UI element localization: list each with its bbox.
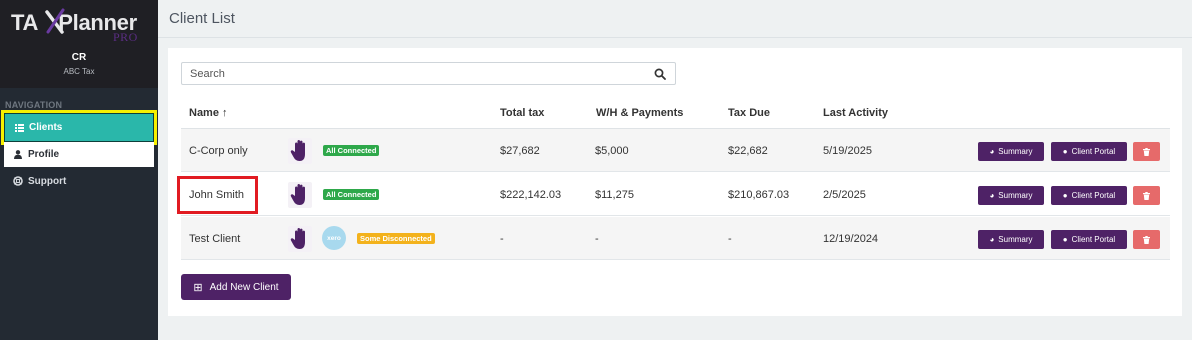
hand-icon [288, 138, 312, 164]
total-tax: $222,142.03 [500, 189, 562, 201]
total-tax: $27,682 [500, 145, 540, 157]
hand-icon [288, 182, 312, 208]
table-row[interactable]: John Smith All Connected $222,142.03 $11… [181, 173, 1170, 216]
sidebar-item-support[interactable]: Support [4, 168, 154, 194]
user-icon: ● [1062, 147, 1068, 156]
trash-icon [1143, 191, 1150, 200]
client-name[interactable]: C-Corp only [189, 145, 248, 157]
delete-button[interactable] [1133, 230, 1160, 249]
trash-icon [1143, 147, 1150, 156]
dashboard-icon: ◕ [989, 147, 995, 156]
client-portal-label: Client Portal [1071, 147, 1116, 156]
summary-button[interactable]: ◕ Summary [978, 230, 1044, 249]
column-header-total-tax: Total tax [500, 107, 545, 119]
status-badge: All Connected [323, 145, 380, 156]
client-portal-button[interactable]: ● Client Portal [1051, 230, 1127, 249]
client-name[interactable]: Test Client [189, 233, 240, 245]
sidebar-item-profile[interactable]: Profile [4, 142, 154, 167]
client-portal-label: Client Portal [1071, 191, 1116, 200]
page-title: Client List [169, 10, 235, 27]
sidebar-item-label: Clients [29, 122, 63, 133]
list-icon [14, 123, 24, 133]
nav-title: NAVIGATION [5, 100, 63, 110]
tax-due: $22,682 [728, 145, 768, 157]
user-icon [13, 150, 23, 160]
column-header-name[interactable]: Name ↑ [189, 107, 228, 119]
payments: - [595, 233, 599, 245]
column-header-last-activity: Last Activity [823, 107, 889, 119]
lifebuoy-icon [13, 176, 23, 186]
add-new-client-button[interactable]: ⊞ Add New Client [181, 274, 291, 300]
summary-label: Summary [998, 235, 1033, 244]
status-badge: All Connected [323, 189, 380, 200]
search-input[interactable] [182, 63, 642, 84]
column-header-payments: W/H & Payments [596, 107, 684, 119]
summary-label: Summary [998, 191, 1033, 200]
search-box[interactable] [181, 62, 676, 85]
payments: $5,000 [595, 145, 629, 157]
client-portal-label: Client Portal [1071, 235, 1116, 244]
tax-due: $210,867.03 [728, 189, 790, 201]
delete-button[interactable] [1133, 142, 1160, 161]
logo-area: TAX Planner PRO CR ABC Tax [0, 0, 158, 88]
plus-square-icon: ⊞ [193, 281, 203, 294]
dashboard-icon: ◕ [989, 191, 995, 200]
total-tax: - [500, 233, 504, 245]
user-company: ABC Tax [63, 67, 95, 76]
status-badge: Some Disconnected [357, 233, 435, 244]
search-icon[interactable] [654, 68, 666, 80]
sidebar-item-label: Profile [28, 149, 60, 160]
xero-icon: xero [322, 226, 346, 250]
table-row[interactable]: Test Client xero Some Disconnected - - -… [181, 217, 1170, 260]
summary-button[interactable]: ◕ Summary [978, 142, 1044, 161]
user-icon: ● [1062, 191, 1068, 200]
tax-due: - [728, 233, 732, 245]
column-header-tax-due: Tax Due [728, 107, 770, 119]
sidebar-item-clients[interactable]: Clients [1, 110, 157, 145]
logo-pro: PRO [113, 30, 138, 44]
dashboard-icon: ◕ [989, 235, 995, 244]
hand-icon [288, 226, 312, 252]
sidebar: TAX Planner PRO CR ABC Tax NAVIGATION Cl… [0, 0, 158, 340]
page-header: Client List [158, 0, 1192, 38]
user-initials: CR [71, 52, 87, 63]
highlight-box [177, 176, 258, 214]
summary-button[interactable]: ◕ Summary [978, 186, 1044, 205]
trash-icon [1143, 235, 1150, 244]
last-activity: 5/19/2025 [823, 145, 872, 157]
delete-button[interactable] [1133, 186, 1160, 205]
last-activity: 2/5/2025 [823, 189, 866, 201]
table-row[interactable]: C-Corp only All Connected $27,682 $5,000… [181, 129, 1170, 172]
add-new-client-label: Add New Client [209, 281, 279, 293]
client-portal-button[interactable]: ● Client Portal [1051, 142, 1127, 161]
sidebar-item-label: Support [28, 175, 67, 187]
client-portal-button[interactable]: ● Client Portal [1051, 186, 1127, 205]
summary-label: Summary [998, 147, 1033, 156]
logo-x-mark [45, 8, 65, 34]
last-activity: 12/19/2024 [823, 233, 879, 245]
client-list-panel: Name ↑ Total tax W/H & Payments Tax Due … [168, 48, 1182, 316]
payments: $11,275 [595, 189, 634, 201]
user-icon: ● [1062, 235, 1068, 244]
